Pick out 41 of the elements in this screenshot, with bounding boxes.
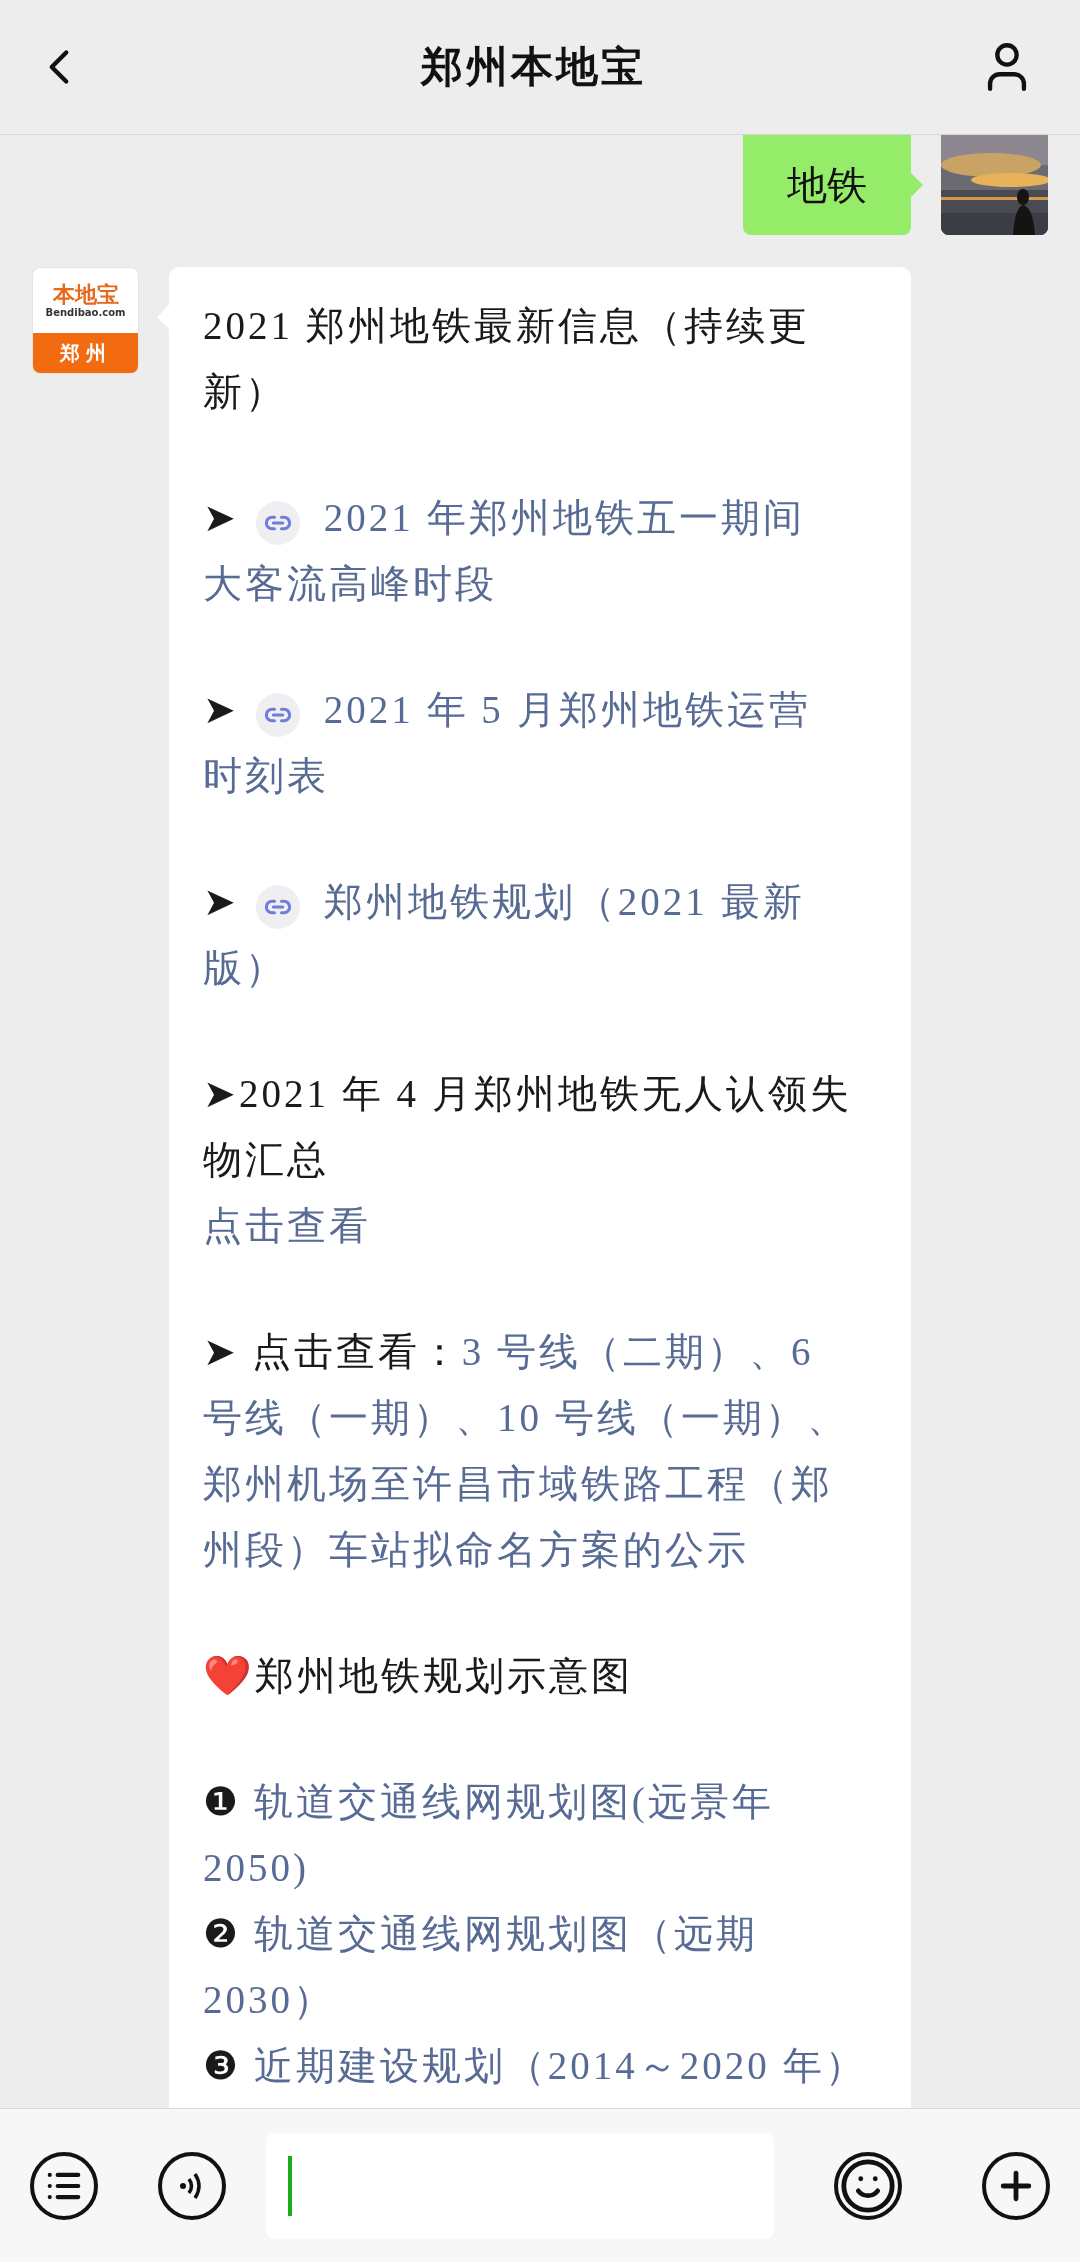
link-icon bbox=[255, 501, 300, 545]
message-link[interactable]: 2030） bbox=[203, 1978, 335, 2021]
message-text: ➤ bbox=[203, 880, 240, 923]
window-title: 郑州本地宝 bbox=[420, 41, 646, 93]
message-text: ➤ bbox=[203, 496, 240, 539]
message-link[interactable]: 轨道交通线网规划图（远期 bbox=[253, 1912, 758, 1955]
sent-message: 地铁 bbox=[743, 135, 911, 235]
message-link[interactable]: 郑州地铁规划（2021 最新 bbox=[323, 880, 805, 923]
add-icon[interactable] bbox=[982, 2151, 1050, 2220]
message-link[interactable]: 点击查看 bbox=[203, 1204, 371, 1247]
message-link[interactable]: 近期建设规划（2014～2020 年） bbox=[253, 2044, 867, 2087]
message-link[interactable]: 轨道交通线网规划图(远景年 bbox=[253, 1780, 774, 1823]
message-link[interactable]: 2050) bbox=[203, 1846, 309, 1889]
message-text: ❷ bbox=[203, 1912, 242, 1955]
logo-text: 本地宝 bbox=[52, 283, 119, 306]
emoji-icon[interactable] bbox=[834, 2151, 902, 2220]
logo-domain: Bendibao.com bbox=[45, 307, 126, 318]
message-link[interactable]: 州段）车站拟命名方案的公示 bbox=[203, 1528, 749, 1571]
message-text: ➤ 点击查看： bbox=[203, 1330, 462, 1373]
link-icon bbox=[255, 693, 300, 737]
message-link[interactable]: 2021 年郑州地铁五一期间 bbox=[323, 496, 805, 539]
message-link[interactable]: 版） bbox=[203, 946, 287, 989]
message-link[interactable]: 2021 年 5 月郑州地铁运营 bbox=[323, 688, 811, 731]
message-text: ➤ bbox=[203, 688, 240, 731]
menu-icon[interactable] bbox=[30, 2151, 98, 2220]
message-input[interactable] bbox=[266, 2132, 774, 2239]
message-link[interactable]: 号线（一期）、10 号线（一期）、 bbox=[203, 1396, 849, 1439]
message-link[interactable]: 时刻表 bbox=[203, 754, 329, 797]
message-text: ➤2021 年 4 月郑州地铁无人认领失物汇总 bbox=[203, 1072, 852, 1181]
message-text: 2021 郑州地铁最新信息（持续更新） bbox=[203, 304, 810, 413]
bubble-tail bbox=[911, 173, 923, 197]
message-text: ❶ bbox=[203, 1780, 242, 1823]
link-icon bbox=[255, 885, 300, 929]
message-text: ❤郑州地铁规划示意图 bbox=[203, 1654, 633, 1697]
voice-icon[interactable] bbox=[158, 2151, 226, 2220]
avatar-logo[interactable]: 本地宝 Bendibao.com 郑州 bbox=[32, 267, 139, 374]
message-text: ❸ bbox=[203, 2044, 242, 2087]
message-link[interactable]: 郑州机场至许昌市域铁路工程（郑 bbox=[203, 1462, 833, 1505]
message-link[interactable]: 大客流高峰时段 bbox=[203, 562, 497, 605]
message-link[interactable]: 3 号线（二期）、6 bbox=[461, 1330, 814, 1373]
logo-city: 郑州 bbox=[33, 333, 138, 373]
